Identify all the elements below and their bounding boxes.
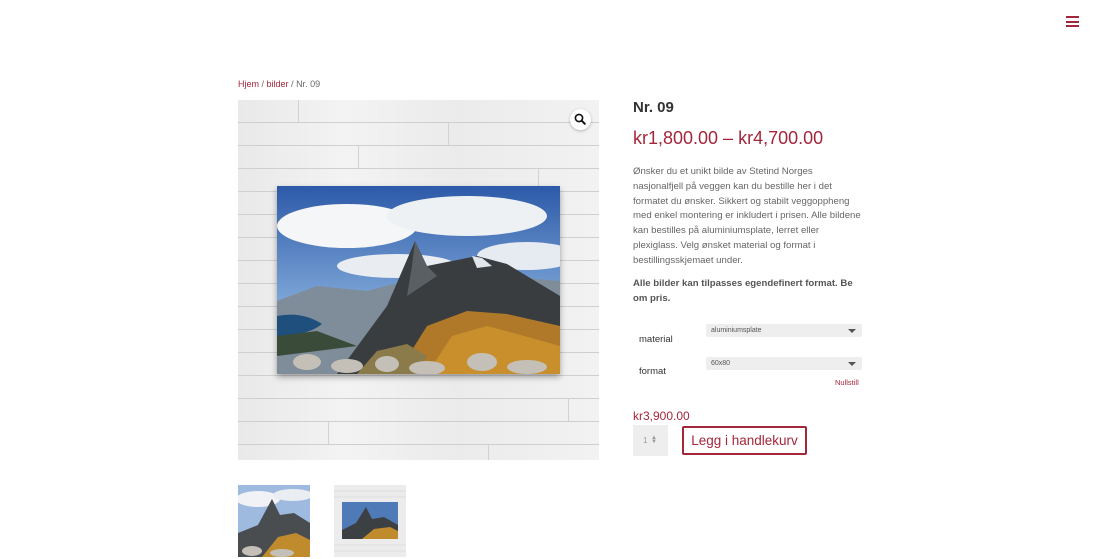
- magnifier-icon: [574, 113, 586, 125]
- material-select-value: aluminiumsplate: [711, 327, 762, 334]
- material-select[interactable]: aluminiumsplate: [706, 324, 862, 337]
- breadcrumb-category-link[interactable]: bilder: [267, 79, 289, 89]
- format-select[interactable]: 60x80: [706, 357, 862, 370]
- breadcrumb-home-link[interactable]: Hjem: [238, 79, 259, 89]
- quantity-value: 1: [643, 436, 648, 445]
- price-range: kr1,800.00 – kr4,700.00: [633, 128, 824, 148]
- breadcrumb-separator: /: [288, 79, 297, 89]
- breadcrumb: Hjem / bilder / Nr. 09: [238, 79, 320, 89]
- variation-price: kr3,900.00: [633, 409, 690, 423]
- chevron-down-icon: [848, 329, 856, 333]
- zoom-button[interactable]: [570, 109, 591, 130]
- menu-line: [1066, 20, 1079, 23]
- product-description: Ønsker du et unikt bilde av Stetind Norg…: [633, 166, 861, 266]
- quantity-input[interactable]: 1 ▲ ▼: [633, 425, 668, 456]
- chevron-down-icon: [848, 362, 856, 366]
- menu-line: [1066, 25, 1079, 27]
- spinner-arrows-icon[interactable]: ▲ ▼: [651, 435, 657, 445]
- breadcrumb-separator: /: [259, 79, 267, 89]
- product-main-image[interactable]: [238, 100, 599, 460]
- material-label: material: [639, 334, 673, 345]
- hamburger-menu-icon[interactable]: [1066, 16, 1079, 27]
- format-label: format: [639, 366, 666, 377]
- product-title: Nr. 09: [633, 99, 674, 116]
- thumbnail-2[interactable]: [334, 485, 406, 557]
- format-select-value: 60x80: [711, 360, 731, 367]
- menu-line: [1066, 16, 1079, 18]
- thumbnail-1[interactable]: [238, 485, 310, 557]
- mountain-photo: [277, 186, 560, 374]
- reset-variations-link[interactable]: Nullstill: [835, 378, 859, 387]
- breadcrumb-current: Nr. 09: [296, 79, 321, 89]
- custom-format-note: Alle bilder kan tilpasses egendefinert f…: [633, 278, 853, 304]
- add-to-cart-button[interactable]: Legg i handlekurv: [682, 426, 807, 455]
